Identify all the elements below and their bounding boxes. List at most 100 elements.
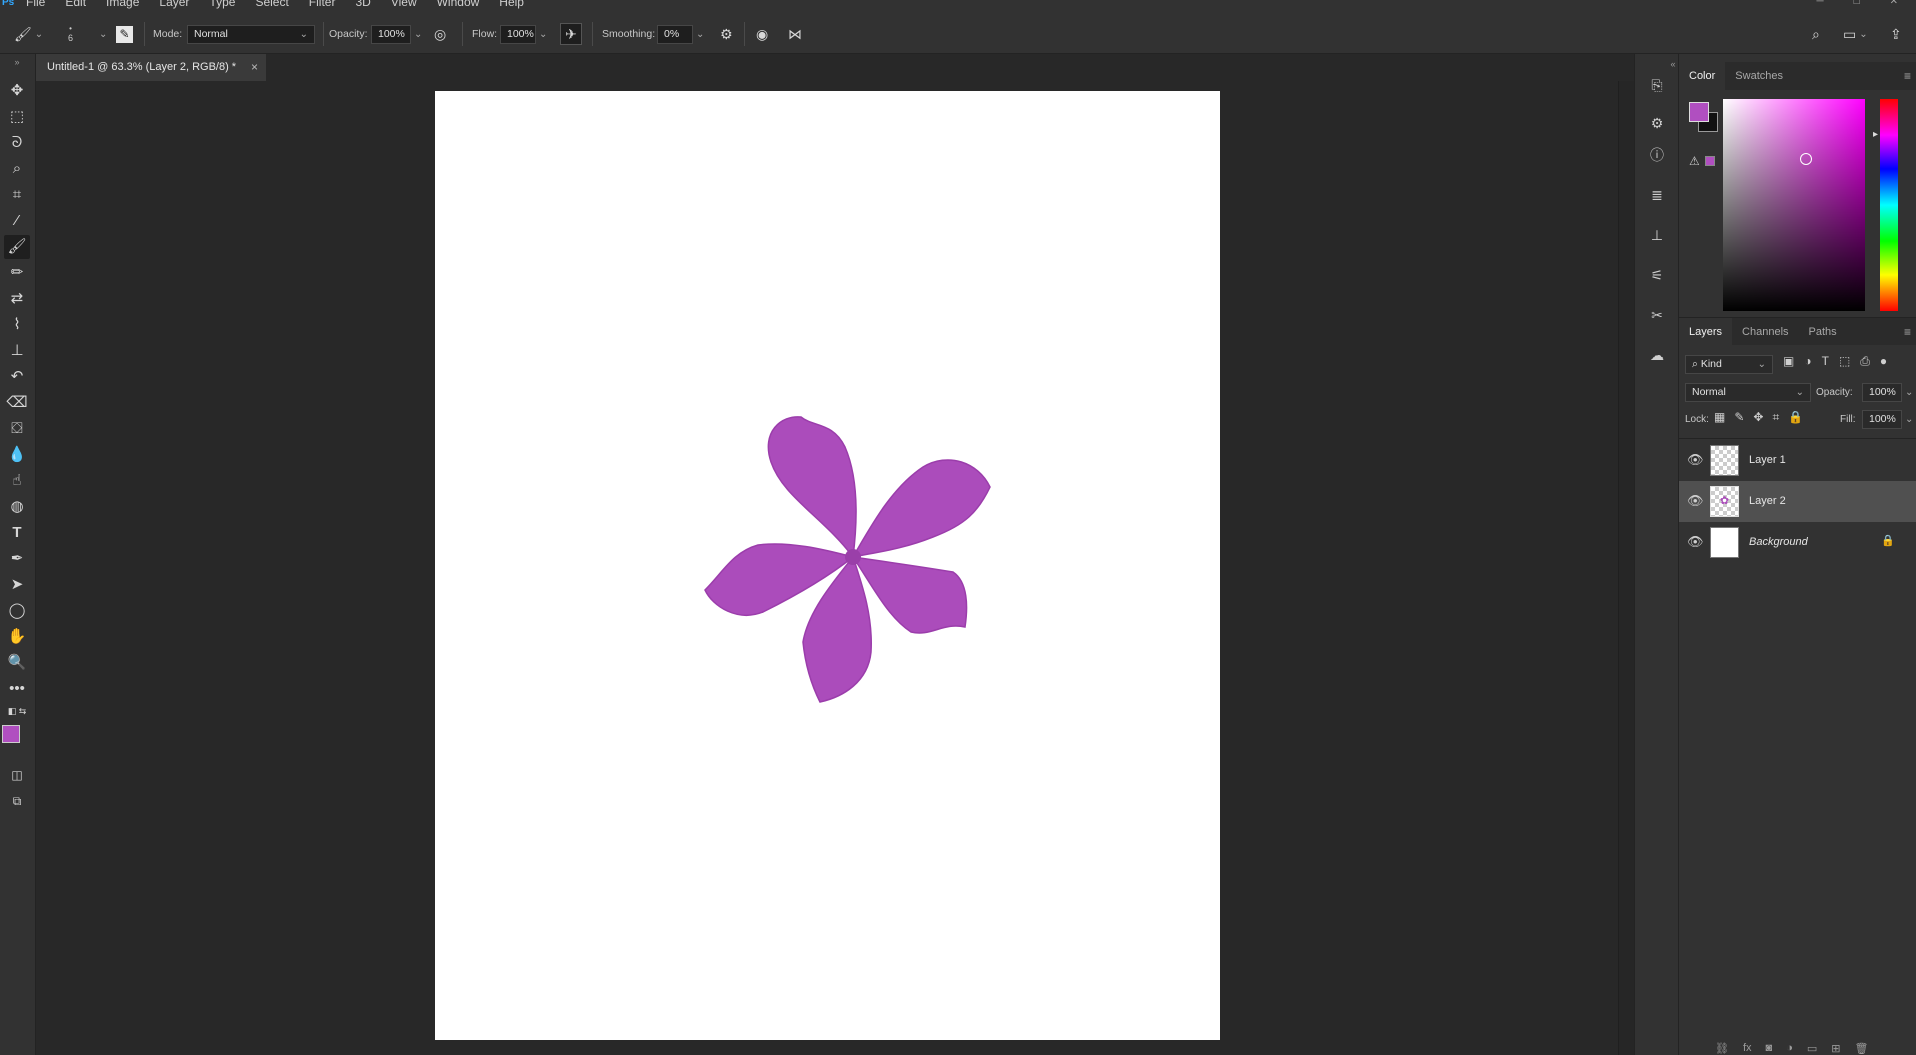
adjustment-layer-icon[interactable]: ◑ — [1786, 1042, 1793, 1055]
layer-row-background[interactable]: 👁 Background 🔒 — [1679, 522, 1916, 563]
hue-slider[interactable] — [1880, 99, 1898, 311]
layer-opacity-value[interactable]: 100% — [1862, 383, 1902, 402]
symmetry-butterfly-icon[interactable]: ⋈ — [788, 26, 802, 43]
lock-transparent-pixels-icon[interactable]: ▦ — [1714, 410, 1725, 425]
new-group-icon[interactable]: ▭ — [1807, 1042, 1817, 1055]
link-layers-icon[interactable]: ⛓ — [1715, 1042, 1729, 1055]
hand-tool-icon[interactable]: ✋ — [4, 625, 30, 649]
eyedropper-tool-icon[interactable]: ⁄ — [4, 209, 30, 233]
shape-layer-filter-icon[interactable]: ⬚ — [1839, 354, 1850, 369]
pencil-tool-icon[interactable]: ✏ — [4, 261, 30, 285]
opacity-value[interactable]: 100% — [371, 24, 411, 44]
chevron-down-icon[interactable]: ⌄ — [99, 29, 107, 40]
share-icon[interactable]: ⇪ — [1890, 26, 1902, 43]
pressure-opacity-icon[interactable]: ◎ — [434, 26, 446, 43]
eraser-tool-icon[interactable]: ⌫ — [4, 391, 30, 415]
adjustments-icon[interactable]: ⚟ — [1643, 261, 1671, 289]
lock-artboard-icon[interactable]: ⌗ — [1772, 410, 1779, 425]
layer-name[interactable]: Layer 2 — [1749, 481, 1786, 522]
menu-view[interactable]: View — [381, 0, 427, 14]
adjustment-layer-filter-icon[interactable]: ◑ — [1804, 354, 1811, 369]
out-of-gamut-warning-icon[interactable]: ⚠ — [1689, 154, 1700, 168]
menu-type[interactable]: Type — [199, 0, 245, 14]
workspace-switcher-icon[interactable]: ▭ — [1843, 26, 1856, 43]
color-picker-handle[interactable] — [1800, 153, 1812, 165]
clone-stamp-tool-icon[interactable]: ⊥ — [4, 339, 30, 363]
layer-name[interactable]: Layer 1 — [1749, 440, 1786, 481]
menu-3d[interactable]: 3D — [345, 0, 380, 14]
toolbar-collapse-icon[interactable]: » — [4, 56, 30, 68]
add-mask-icon[interactable]: ◙ — [1766, 1042, 1773, 1055]
foreground-color-chip[interactable] — [1689, 102, 1709, 122]
default-colors-icon[interactable]: ◧ ⇆ — [4, 704, 30, 718]
menu-window[interactable]: Window — [427, 0, 490, 14]
maximize-icon[interactable]: □ — [1854, 0, 1860, 7]
pixel-layer-filter-icon[interactable]: ▣ — [1783, 354, 1794, 369]
history-panel-icon[interactable]: ⎘ — [1643, 71, 1671, 99]
document-tab[interactable]: Untitled-1 @ 63.3% (Layer 2, RGB/8) * × — [36, 54, 266, 81]
tab-channels[interactable]: Channels — [1732, 318, 1798, 346]
brush-settings-panel-icon[interactable]: ✎ — [116, 25, 133, 43]
brush-tool-icon[interactable]: 🖌 — [4, 235, 30, 259]
filter-toggle-icon[interactable]: ● — [1880, 354, 1887, 369]
lock-image-pixels-icon[interactable]: ✎ — [1734, 410, 1744, 425]
tool-preset-picker[interactable]: 🖌 ⌄ — [14, 14, 43, 54]
fill-value[interactable]: 100% — [1862, 410, 1902, 429]
eye-icon[interactable]: 👁 — [1687, 534, 1704, 550]
libraries-icon[interactable]: ☁ — [1643, 341, 1671, 369]
more-tools-icon[interactable]: ••• — [4, 677, 30, 701]
tool-presets-icon[interactable]: ✂ — [1643, 301, 1671, 329]
lock-all-icon[interactable]: 🔒 — [1788, 410, 1803, 425]
quick-mask-icon[interactable]: ◫ — [4, 763, 30, 787]
delete-layer-icon[interactable]: 🗑 — [1854, 1042, 1868, 1055]
type-layer-filter-icon[interactable]: T — [1822, 354, 1829, 369]
photoshop-logo[interactable]: Ps — [0, 0, 16, 14]
color-spectrum-field[interactable] — [1723, 99, 1865, 311]
smoothing-settings-gear-icon[interactable]: ⚙ — [720, 26, 733, 43]
chevron-down-icon[interactable]: ⌄ — [539, 29, 547, 40]
type-tool-icon[interactable]: T — [4, 521, 30, 545]
chevron-down-icon[interactable]: ⌄ — [414, 29, 422, 40]
canvas-vertical-scrollbar[interactable] — [1618, 81, 1634, 1055]
menu-filter[interactable]: Filter — [299, 0, 346, 14]
smoothing-field[interactable]: 0% ⌄ — [657, 14, 704, 54]
minimize-icon[interactable]: ─ — [1816, 0, 1823, 7]
close-window-icon[interactable]: ✕ — [1890, 0, 1898, 7]
rectangular-marquee-tool-icon[interactable]: ⬚ — [4, 105, 30, 129]
zoom-tool-icon[interactable]: 🔍 — [4, 651, 30, 675]
menu-select[interactable]: Select — [245, 0, 298, 14]
fill-field[interactable]: 100% ⌄ — [1862, 410, 1913, 429]
sponge-tool-icon[interactable]: ◍ — [4, 495, 30, 519]
document-canvas[interactable] — [435, 91, 1220, 1040]
brush-settings-icon[interactable]: ⚙ — [1643, 109, 1671, 137]
layer-style-icon[interactable]: fx — [1743, 1042, 1752, 1055]
chevron-down-icon[interactable]: ⌄ — [1905, 414, 1913, 425]
eye-icon[interactable]: 👁 — [1687, 493, 1704, 509]
new-layer-icon[interactable]: ⊞ — [1831, 1042, 1840, 1055]
foreground-color-swatch[interactable] — [2, 725, 20, 743]
airbrush-icon[interactable]: ✈ — [560, 23, 582, 45]
brush-size-picker[interactable]: • 6 — [68, 14, 73, 54]
ellipse-tool-icon[interactable]: ◯ — [4, 599, 30, 623]
pressure-size-icon[interactable]: ◉ — [756, 26, 768, 43]
brushes-panel-icon[interactable]: ≣ — [1643, 181, 1671, 209]
flow-field[interactable]: 100% ⌄ — [500, 14, 547, 54]
gamut-color-chip[interactable] — [1705, 156, 1715, 166]
quick-selection-tool-icon[interactable]: ⌕ — [4, 157, 30, 181]
opacity-field[interactable]: 100% ⌄ — [371, 14, 422, 54]
layer-opacity-field[interactable]: 100% ⌄ — [1862, 383, 1913, 402]
info-icon[interactable]: ⓘ — [1643, 141, 1671, 169]
blur-tool-icon[interactable]: 💧 — [4, 443, 30, 467]
eye-icon[interactable]: 👁 — [1687, 452, 1704, 468]
tab-paths[interactable]: Paths — [1799, 318, 1847, 346]
lasso-tool-icon[interactable]: ᘐ — [4, 131, 30, 155]
smart-object-filter-icon[interactable]: ⎙ — [1860, 354, 1870, 369]
search-icon[interactable]: ⌕ — [1812, 26, 1820, 43]
mixer-brush-tool-icon[interactable]: ⌇ — [4, 313, 30, 337]
menu-help[interactable]: Help — [489, 0, 534, 14]
hue-pointer-icon[interactable]: ▸ — [1873, 129, 1878, 140]
menu-file[interactable]: File — [16, 0, 55, 14]
crop-tool-icon[interactable]: ⌗ — [4, 183, 30, 207]
panel-menu-icon[interactable]: ≡ — [1904, 325, 1911, 339]
history-brush-tool-icon[interactable]: ↶ — [4, 365, 30, 389]
